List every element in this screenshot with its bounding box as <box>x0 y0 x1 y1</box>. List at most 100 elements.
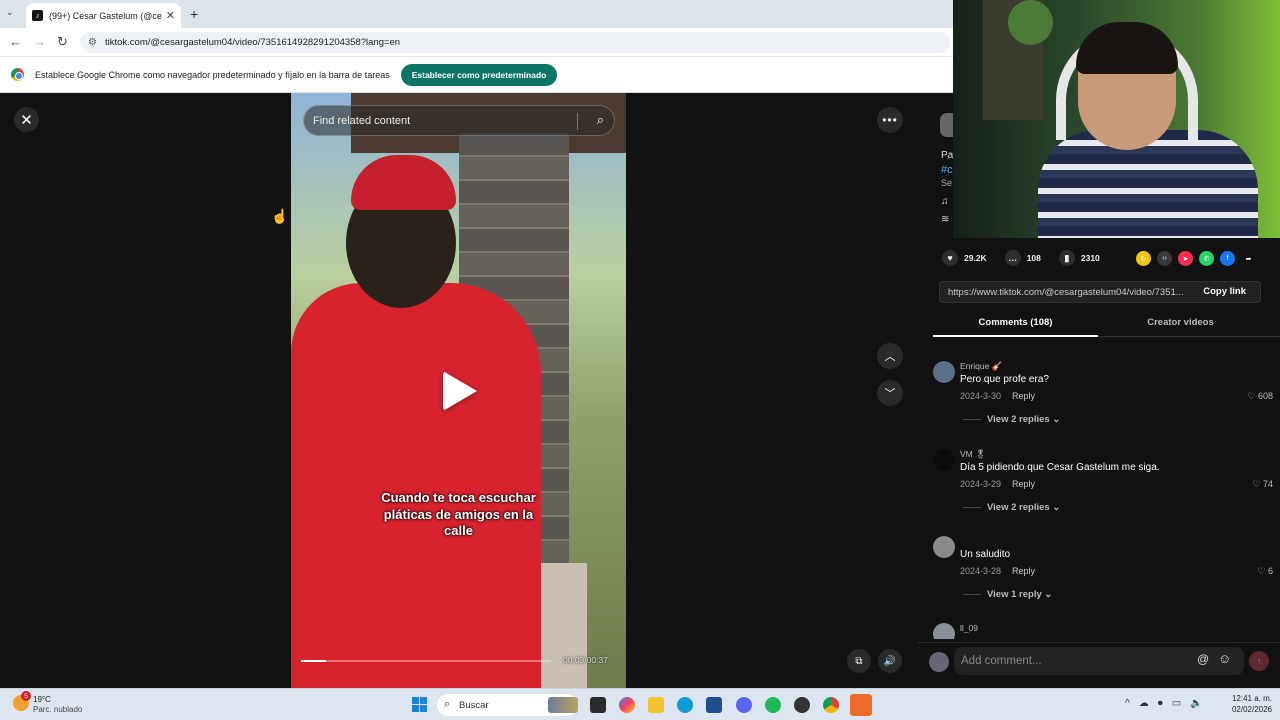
mention-icon[interactable]: @ <box>1197 652 1209 666</box>
view-replies-button[interactable]: View 2 replies ⌄ <box>963 414 1060 425</box>
send-to-friends-icon[interactable]: ➤ <box>1178 251 1193 266</box>
obs-icon[interactable] <box>794 697 810 713</box>
share-arrow-icon[interactable]: ➦ <box>1241 251 1256 266</box>
video-time: 00:03/00:37 <box>563 655 608 665</box>
effect-icon: ≋ <box>941 214 950 225</box>
microphone-icon[interactable]: ⏺ <box>1158 698 1163 709</box>
commenter-avatar[interactable] <box>933 536 955 558</box>
tab-search-icon[interactable]: ⌄ <box>6 7 14 18</box>
comment-text: Día 5 pidiendo que Cesar Gastelum me sig… <box>960 462 1160 473</box>
panel-tabs: Comments (108) Creator videos <box>933 313 1280 337</box>
tab-creator-videos[interactable]: Creator videos <box>1098 313 1263 337</box>
video-player[interactable]: Find related content ⌕ Cuando te toca es… <box>291 93 626 688</box>
search-divider <box>577 113 578 130</box>
share-url: https://www.tiktok.com/@cesargastelum04/… <box>948 286 1184 298</box>
view-replies-label: View 1 reply <box>987 589 1042 600</box>
comment-icon: … <box>1004 250 1021 266</box>
edge-icon[interactable] <box>677 697 693 713</box>
comment-button[interactable]: … 108 <box>1004 250 1041 266</box>
commenter-avatar[interactable] <box>933 623 955 639</box>
floating-player-icon[interactable]: ⧉ <box>847 649 871 673</box>
start-icon[interactable] <box>412 697 427 712</box>
commenter-avatar[interactable] <box>933 361 955 383</box>
store-icon[interactable] <box>706 697 722 713</box>
back-icon[interactable]: ← <box>9 34 22 49</box>
more-options-icon[interactable]: ••• <box>877 107 903 133</box>
browser-tab[interactable]: ♪ (99+) Cesar Gastelum (@cesarg ✕ <box>26 3 181 28</box>
comment-text: Un saludito <box>960 549 1011 560</box>
tray-expand-icon[interactable]: ^ <box>1125 698 1130 709</box>
network-icon[interactable]: ☁ <box>1139 698 1149 709</box>
chrome-logo-icon <box>11 68 24 81</box>
set-default-button[interactable]: Establecer como predeterminado <box>400 63 558 86</box>
task-view-icon[interactable] <box>590 697 606 713</box>
description-line: Pa <box>941 150 954 161</box>
discord-icon[interactable] <box>736 697 752 713</box>
comment-text: Pero que profe era? <box>960 374 1049 385</box>
taskbar: 5 19°C Parc. nublado ⌕ Buscar ^ ☁ ⏺ ▭ 🔈 … <box>0 688 1280 720</box>
facebook-icon[interactable]: f <box>1220 251 1235 266</box>
tab-comments[interactable]: Comments (108) <box>933 313 1098 337</box>
site-info-icon[interactable]: ⚙ <box>88 37 97 48</box>
search-highlight-icon[interactable] <box>548 697 578 713</box>
comment-item: VM 🎖 Día 5 pidiendo que Cesar Gastelum m… <box>933 449 1273 519</box>
emoji-icon[interactable]: ☺ <box>1218 651 1231 666</box>
close-icon[interactable]: ✕ <box>14 107 39 132</box>
view-replies-button[interactable]: View 2 replies ⌄ <box>963 502 1060 513</box>
engagement-stats: ♥ 29.2K … 108 ▮ 2310 <box>942 250 1118 266</box>
embed-icon[interactable]: ‹› <box>1157 251 1172 266</box>
display-icon[interactable]: ▭ <box>1172 698 1181 709</box>
repost-icon[interactable]: ↻ <box>1136 251 1151 266</box>
file-explorer-icon[interactable] <box>648 697 664 713</box>
commenter-name[interactable]: ll_09 <box>960 623 978 633</box>
volume-icon[interactable]: 🔊 <box>878 649 902 673</box>
volume-tray-icon[interactable]: 🔈 <box>1190 698 1202 709</box>
clock[interactable]: 12:41 a. m. 02/02/2026 <box>1226 693 1272 715</box>
comment-like-button[interactable]: ♡ 6 <box>1257 566 1273 577</box>
save-button[interactable]: ▮ 2310 <box>1058 250 1100 266</box>
copilot-icon[interactable] <box>619 697 635 713</box>
comment-like-button[interactable]: ♡ 74 <box>1252 479 1273 490</box>
webcam-person-body <box>1038 130 1258 238</box>
view-replies-button[interactable]: View 1 reply ⌄ <box>963 589 1052 600</box>
forward-icon[interactable]: → <box>33 34 46 49</box>
app-highlighted-icon[interactable] <box>850 694 872 716</box>
comment-date: 2024-3-30 <box>960 391 1002 401</box>
commenter-name[interactable]: VM 🎖 <box>960 449 986 460</box>
commenter-name[interactable]: Enrique 🎸 <box>960 361 1002 372</box>
new-tab-icon[interactable]: + <box>190 6 198 22</box>
weather-condition: Parc. nublado <box>33 705 83 714</box>
next-video-icon[interactable]: ﹀ <box>877 380 903 406</box>
commenter-avatar[interactable] <box>933 449 955 471</box>
taskbar-search-label: Buscar <box>459 699 489 711</box>
previous-video-icon[interactable]: ︿ <box>877 343 903 369</box>
webcam-overlay <box>953 0 1280 238</box>
creator-avatar[interactable] <box>940 113 954 137</box>
video-frame-person <box>291 283 541 688</box>
reply-button[interactable]: Reply <box>1012 566 1035 576</box>
reload-icon[interactable]: ↻ <box>57 34 68 50</box>
whatsapp-icon[interactable]: ✆ <box>1199 251 1214 266</box>
spotify-icon[interactable] <box>765 697 781 713</box>
comment-item: Enrique 🎸 Pero que profe era? 2024-3-30 … <box>933 361 1273 431</box>
reply-button[interactable]: Reply <box>1012 479 1035 489</box>
url-field[interactable]: ⚙ tiktok.com/@cesargastelum04/video/7351… <box>80 32 950 53</box>
see-more-link[interactable]: Se <box>941 178 952 188</box>
view-replies-label: View 2 replies <box>987 414 1050 425</box>
like-button[interactable]: ♥ 29.2K <box>942 250 987 266</box>
chrome-taskbar-icon[interactable] <box>823 697 839 713</box>
search-icon[interactable]: ⌕ <box>597 112 604 128</box>
copy-link-button[interactable]: Copy link <box>1203 286 1246 297</box>
send-comment-icon[interactable]: ↑ <box>1249 651 1269 671</box>
reply-button[interactable]: Reply <box>1012 391 1035 401</box>
comment-like-count: 74 <box>1262 479 1273 489</box>
user-avatar[interactable] <box>929 652 949 672</box>
related-content-search[interactable]: Find related content ⌕ <box>303 105 615 136</box>
hashtag-link[interactable]: #c <box>941 164 953 176</box>
clock-date: 02/02/2026 <box>1231 705 1272 714</box>
video-progress-bar[interactable] <box>301 660 551 662</box>
comment-like-button[interactable]: ♡ 608 <box>1247 391 1273 402</box>
tab-close-icon[interactable]: ✕ <box>166 9 175 22</box>
video-frame-cap <box>351 155 456 210</box>
play-icon[interactable] <box>443 371 477 411</box>
